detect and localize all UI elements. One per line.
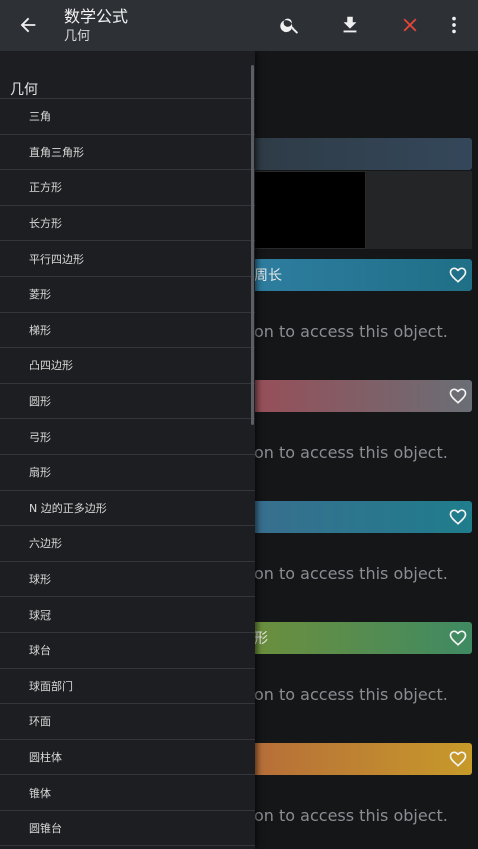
card-header-3[interactable] — [240, 380, 472, 412]
locked-message: on to access this object. — [254, 806, 448, 825]
heart-icon[interactable] — [448, 386, 468, 406]
search-icon[interactable] — [279, 14, 301, 36]
app-subtitle: 几何 — [64, 29, 91, 44]
app-window: 数学公式 几何 周长 on to access this object. on … — [0, 0, 478, 849]
drawer-item[interactable]: 三角 — [0, 99, 255, 135]
drawer-item[interactable]: 弓形 — [0, 419, 255, 455]
drawer-scrollbar[interactable] — [251, 65, 254, 425]
card-header-1[interactable] — [240, 138, 472, 170]
drawer-list: 三角 直角三角形 正方形 长方形 平行四边形 菱形 梯形 凸四边形 圆形 弓形 扇形 N 边的正多边形… — [0, 99, 255, 847]
drawer-item[interactable]: 梯形 — [0, 313, 255, 349]
drawer-item[interactable]: 球面部门 — [0, 669, 255, 705]
drawer-item[interactable]: 菱形 — [0, 277, 255, 313]
locked-message: on to access this object. — [254, 685, 448, 704]
drawer-item[interactable]: 圆锥台 — [0, 811, 255, 847]
formula-image — [254, 171, 366, 249]
heart-icon[interactable] — [448, 749, 468, 769]
top-app-bar: 数学公式 几何 — [0, 0, 478, 51]
card-header-5[interactable]: 形 — [240, 622, 472, 654]
close-icon[interactable] — [399, 14, 421, 36]
locked-message: on to access this object. — [254, 322, 448, 341]
drawer-item[interactable]: 凸四边形 — [0, 348, 255, 384]
drawer-item[interactable]: 圆形 — [0, 384, 255, 420]
heart-icon[interactable] — [448, 265, 468, 285]
drawer-item[interactable]: 六边形 — [0, 526, 255, 562]
arrow-back-icon[interactable] — [17, 14, 39, 36]
card-label: 周长 — [254, 268, 282, 284]
card-label: 形 — [254, 631, 268, 647]
locked-message: on to access this object. — [254, 443, 448, 462]
drawer-item[interactable]: N 边的正多边形 — [0, 491, 255, 527]
drawer-item[interactable]: 球形 — [0, 562, 255, 598]
formula-image-placeholder — [366, 171, 472, 249]
more-vert-icon[interactable] — [443, 14, 465, 36]
drawer-item[interactable]: 直角三角形 — [0, 135, 255, 171]
drawer-item[interactable]: 长方形 — [0, 206, 255, 242]
drawer-item[interactable]: 球冠 — [0, 597, 255, 633]
drawer-item[interactable]: 圆柱体 — [0, 740, 255, 776]
heart-icon[interactable] — [448, 507, 468, 527]
drawer-item[interactable]: 球台 — [0, 633, 255, 669]
heart-icon[interactable] — [448, 628, 468, 648]
title-block: 数学公式 几何 — [64, 7, 128, 45]
drawer-item[interactable]: 锥体 — [0, 775, 255, 811]
drawer-item[interactable]: 正方形 — [0, 170, 255, 206]
app-title: 数学公式 — [64, 7, 129, 26]
card-header-4[interactable] — [240, 501, 472, 533]
drawer-item[interactable]: 平行四边形 — [0, 241, 255, 277]
locked-message: on to access this object. — [254, 564, 448, 583]
drawer-header: 几何 — [0, 51, 255, 99]
card-header-2[interactable]: 周长 — [240, 259, 472, 291]
download-icon[interactable] — [339, 14, 361, 36]
card-header-6[interactable] — [240, 743, 472, 775]
drawer-item[interactable]: 环面 — [0, 704, 255, 740]
navigation-drawer: 几何 三角 直角三角形 正方形 长方形 平行四边形 菱形 梯形 凸四边形 圆形 弓形 扇形 N 边的正… — [0, 51, 255, 849]
drawer-item[interactable]: 扇形 — [0, 455, 255, 491]
